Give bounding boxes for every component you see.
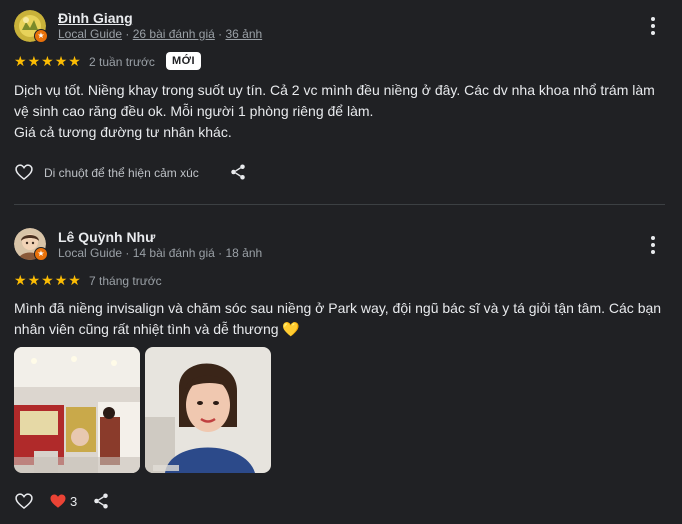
photo-count[interactable]: 18 ảnh — [225, 246, 262, 260]
share-icon — [94, 493, 108, 509]
reaction-heart[interactable] — [49, 492, 67, 510]
like-button[interactable] — [14, 162, 34, 182]
review-text: Mình đã niềng invisalign và chăm sóc sau… — [14, 300, 662, 337]
share-button[interactable] — [229, 163, 247, 181]
like-button[interactable] — [14, 491, 34, 511]
local-guide-star-icon: ★ — [34, 247, 48, 261]
review-time: 2 tuần trước — [89, 55, 155, 69]
heart-outline-icon — [15, 164, 33, 181]
local-guide-label[interactable]: Local Guide — [58, 27, 122, 41]
more-vert-icon[interactable] — [641, 233, 665, 257]
review-time: 7 tháng trước — [89, 274, 162, 288]
new-badge: MỚI — [166, 52, 202, 70]
review-photo[interactable] — [14, 347, 140, 473]
author-meta: Local Guide · 26 bài đánh giá · 36 ảnh — [58, 27, 263, 41]
author-name[interactable]: Lê Quỳnh Như — [58, 229, 155, 245]
local-guide-label[interactable]: Local Guide — [58, 246, 122, 260]
review-count[interactable]: 14 bài đánh giá — [133, 246, 215, 260]
author-name[interactable]: Đình Giang — [58, 10, 133, 26]
rating-stars: ★ ★ ★ ★ ★ — [14, 272, 81, 288]
photo-count[interactable]: 36 ảnh — [225, 27, 262, 41]
review-photo[interactable] — [145, 347, 271, 473]
share-button[interactable] — [92, 492, 110, 510]
reaction-count: 3 — [70, 494, 78, 509]
reaction-hint: Di chuột để thể hiện cảm xúc — [44, 166, 199, 180]
review-count[interactable]: 26 bài đánh giá — [133, 27, 215, 41]
author-meta: Local Guide · 14 bài đánh giá · 18 ảnh — [58, 246, 263, 260]
share-icon — [231, 164, 245, 180]
rating-stars: ★ ★ ★ ★ ★ — [14, 53, 81, 69]
heart-outline-icon — [15, 493, 33, 510]
review-text: Dịch vụ tốt. Niềng khay trong suốt uy tí… — [14, 82, 655, 140]
more-vert-icon[interactable] — [641, 14, 665, 38]
divider — [14, 204, 665, 205]
local-guide-star-icon: ★ — [34, 29, 48, 43]
heart-filled-icon — [50, 494, 66, 508]
